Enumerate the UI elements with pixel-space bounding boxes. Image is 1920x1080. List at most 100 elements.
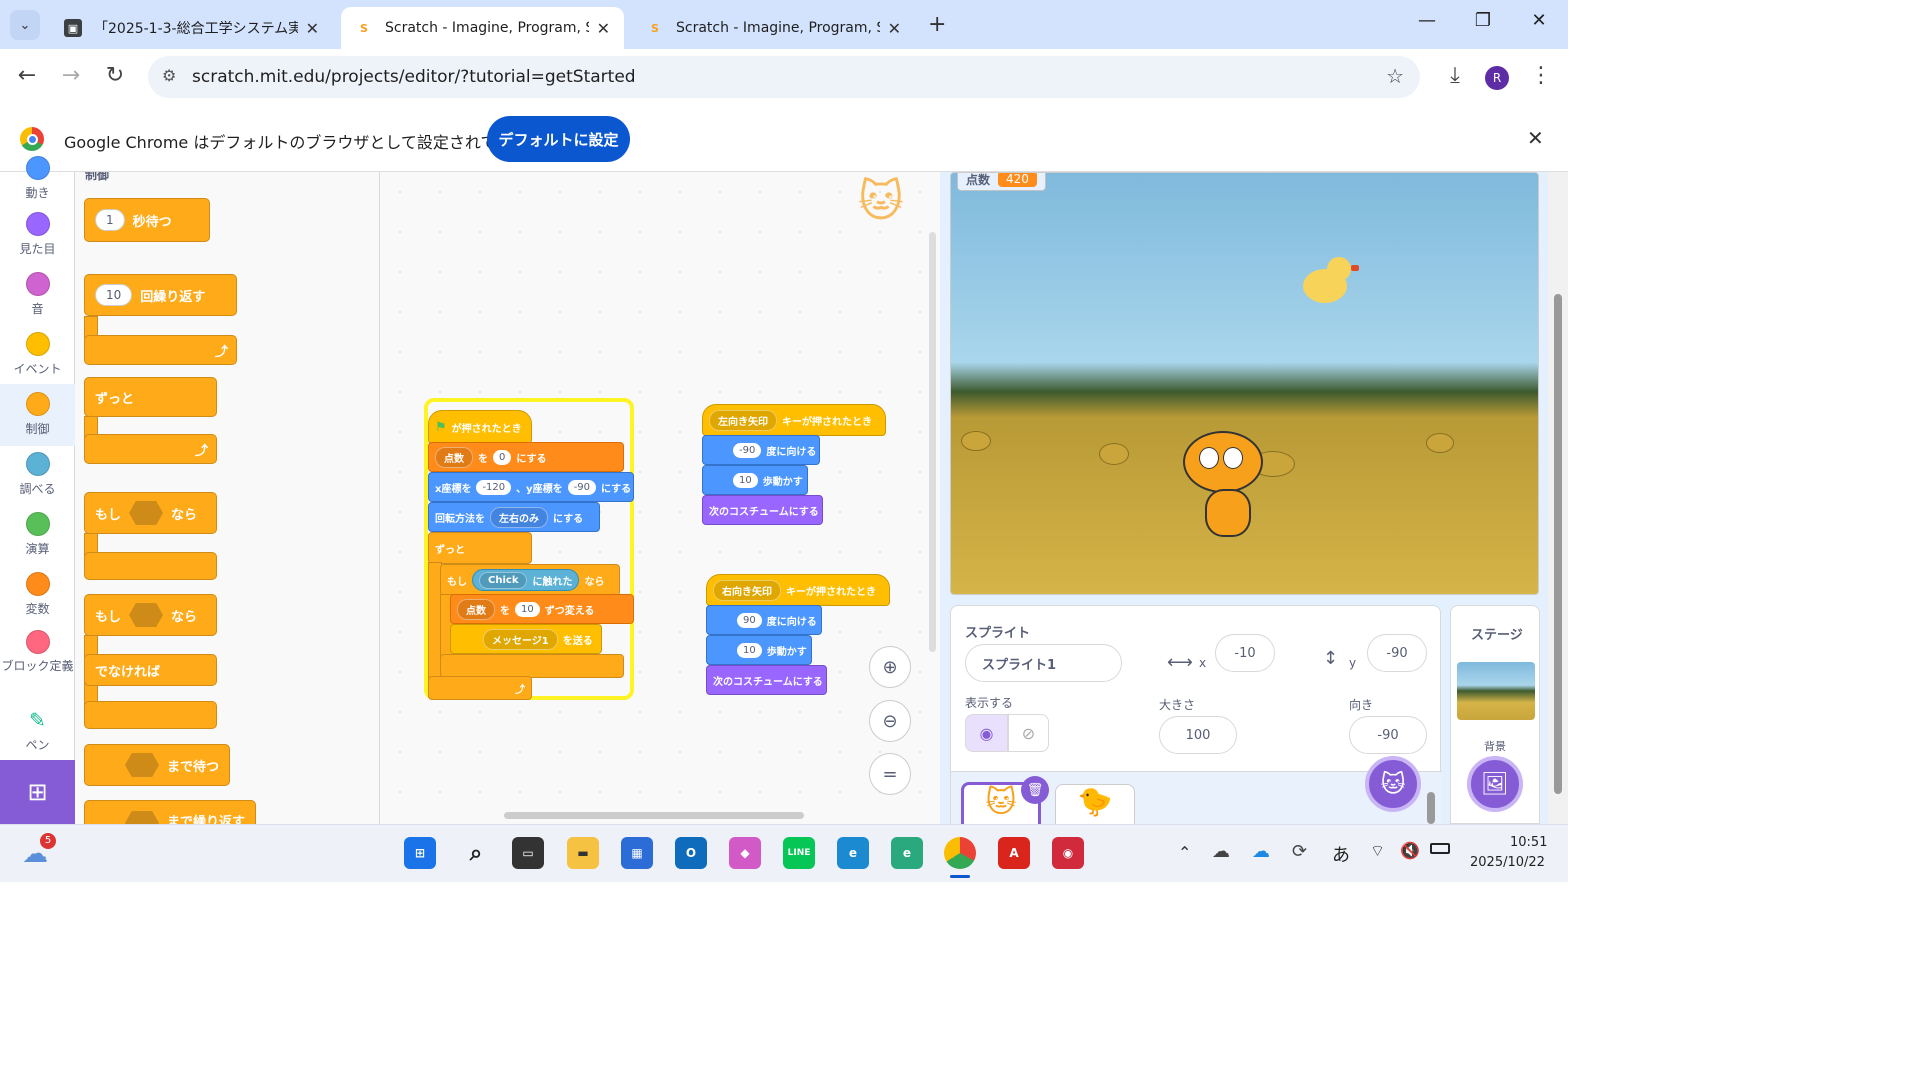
close-icon[interactable]: ✕ bbox=[597, 19, 610, 38]
repeat-until-block[interactable]: まで繰り返す bbox=[84, 800, 256, 824]
tray-chevron-icon[interactable]: ⌃ bbox=[1178, 843, 1191, 862]
condition-slot[interactable] bbox=[125, 811, 159, 824]
edge-dev-icon[interactable]: e bbox=[891, 837, 923, 869]
category-looks[interactable]: 見た目 bbox=[0, 212, 75, 272]
speaker-muted-icon[interactable]: 🔇 bbox=[1400, 841, 1420, 860]
set-variable-block[interactable]: 点数を 0 にする bbox=[428, 442, 624, 472]
broadcast-block[interactable]: メッセージ1 を送る bbox=[450, 624, 602, 654]
category-events[interactable]: イベント bbox=[0, 332, 75, 392]
profile-avatar[interactable]: R bbox=[1485, 66, 1509, 90]
code-workspace[interactable]: 🐱 ⚑ が押されたとき 点数を 0 にする x座標を -120 、y座標を -90 にする 回… bbox=[380, 172, 940, 824]
key-dropdown[interactable]: 右向き矢印 bbox=[713, 579, 781, 601]
battery-icon[interactable] bbox=[1430, 843, 1450, 854]
category-my-blocks[interactable]: ブロック定義 bbox=[0, 630, 75, 690]
move-steps-block-right[interactable]: 10 歩動かす bbox=[706, 635, 812, 665]
condition-slot[interactable] bbox=[129, 603, 164, 627]
cloud-icon[interactable]: ☁ bbox=[1212, 841, 1230, 862]
stage-canvas[interactable]: 点数 420 bbox=[950, 172, 1539, 595]
delete-sprite-icon[interactable]: 🗑 bbox=[1021, 776, 1049, 804]
site-settings-icon[interactable]: ⚙ bbox=[162, 66, 176, 85]
security-app-icon[interactable]: ◉ bbox=[1052, 837, 1084, 869]
move-steps-block-left[interactable]: 10 歩動かす bbox=[702, 465, 808, 495]
acrobat-icon[interactable]: A bbox=[998, 837, 1030, 869]
next-costume-block-right[interactable]: 次のコスチュームにする bbox=[706, 665, 827, 695]
point-direction-block-right[interactable]: 90 度に向ける bbox=[706, 605, 822, 635]
show-visible-button[interactable]: ◉ bbox=[965, 714, 1008, 752]
outlook-icon[interactable]: O bbox=[675, 837, 707, 869]
condition-slot[interactable] bbox=[125, 753, 159, 777]
message-dropdown[interactable]: メッセージ1 bbox=[483, 628, 558, 650]
window-close-button[interactable]: ✕ bbox=[1524, 10, 1554, 31]
wait-input[interactable]: 1 bbox=[95, 209, 125, 231]
file-explorer-icon[interactable]: ▬ bbox=[567, 837, 599, 869]
set-default-button[interactable]: デフォルトに設定 bbox=[487, 116, 630, 162]
tab-1[interactable]: ▣ 「2025-1-3-総合工学システム実験 ✕ bbox=[50, 7, 333, 49]
search-icon[interactable]: ⌕ bbox=[460, 837, 492, 869]
direction-input[interactable]: -90 bbox=[1349, 716, 1427, 754]
zoom-in-button[interactable]: ⊕ bbox=[869, 646, 911, 688]
store-icon[interactable]: ▦ bbox=[621, 837, 653, 869]
y-input[interactable]: -90 bbox=[567, 479, 597, 495]
change-variable-block[interactable]: 点数を 10 ずつ変える bbox=[450, 594, 634, 624]
variable-dropdown[interactable]: 点数 bbox=[435, 446, 473, 468]
clock-date[interactable]: 2025/10/22 bbox=[1470, 855, 1545, 870]
direction-input[interactable]: -90 bbox=[733, 442, 762, 458]
add-extension-button[interactable]: ⊞ bbox=[0, 760, 75, 824]
wifi-icon[interactable]: ⌔ bbox=[1370, 841, 1385, 861]
choose-backdrop-button[interactable]: 🖼 bbox=[1467, 756, 1523, 812]
stage-thumbnail[interactable] bbox=[1457, 662, 1535, 720]
x-input[interactable]: -120 bbox=[476, 479, 512, 495]
chrome-icon[interactable] bbox=[944, 837, 976, 869]
choose-sprite-button[interactable]: 🐱 bbox=[1365, 756, 1421, 812]
goto-xy-block[interactable]: x座標を -120 、y座標を -90 にする bbox=[428, 472, 634, 502]
repeat-input[interactable]: 10 bbox=[95, 284, 133, 306]
tab-search-button[interactable]: ⌄ bbox=[10, 10, 40, 40]
if-touching-block[interactable]: もし Chick に触れた なら bbox=[440, 564, 620, 596]
key-pressed-hat-right[interactable]: 右向き矢印 キーが押されたとき bbox=[706, 574, 890, 606]
category-sound[interactable]: 音 bbox=[0, 272, 75, 332]
show-hidden-button[interactable]: ⊘ bbox=[1008, 714, 1049, 752]
steps-input[interactable]: 10 bbox=[737, 642, 762, 658]
reload-button[interactable]: ↻ bbox=[100, 63, 130, 88]
chick-sprite[interactable] bbox=[1297, 255, 1359, 315]
edge-icon[interactable]: e bbox=[837, 837, 869, 869]
rotation-style-block[interactable]: 回転方法を 左右のみ にする bbox=[428, 502, 600, 532]
copilot-icon[interactable]: ◆ bbox=[729, 837, 761, 869]
minimize-button[interactable]: — bbox=[1412, 10, 1442, 31]
key-pressed-hat-left[interactable]: 左向き矢印 キーが押されたとき bbox=[702, 404, 886, 436]
y-input[interactable]: -90 bbox=[1367, 634, 1427, 672]
tab-2[interactable]: S Scratch - Imagine, Program, Sha ✕ bbox=[341, 7, 624, 49]
onedrive-icon[interactable]: ☁ bbox=[1252, 841, 1270, 862]
touching-block[interactable]: Chick に触れた bbox=[472, 569, 580, 591]
repeat-block[interactable]: 10 回繰り返す bbox=[84, 274, 237, 316]
value-input[interactable]: 0 bbox=[493, 449, 512, 465]
zoom-out-button[interactable]: ⊖ bbox=[869, 700, 911, 742]
condition-slot[interactable] bbox=[129, 501, 164, 525]
forward-button[interactable]: → bbox=[56, 63, 86, 88]
close-icon[interactable]: ✕ bbox=[306, 19, 319, 38]
download-icon[interactable]: ⤓ bbox=[1440, 63, 1470, 88]
if-else-block[interactable]: もし なら bbox=[84, 594, 217, 636]
forever-block[interactable]: ずっと bbox=[428, 532, 532, 564]
category-pen[interactable]: ✎ ペン bbox=[0, 708, 75, 768]
close-icon[interactable]: ✕ bbox=[888, 19, 901, 38]
bookmark-star-icon[interactable]: ☆ bbox=[1386, 64, 1404, 88]
category-motion[interactable]: 動き bbox=[0, 156, 75, 216]
page-scrollbar[interactable] bbox=[1548, 172, 1568, 824]
rotation-dropdown[interactable]: 左右のみ bbox=[490, 506, 548, 528]
restore-button[interactable]: ❐ bbox=[1468, 10, 1498, 31]
size-input[interactable]: 100 bbox=[1159, 716, 1237, 754]
task-view-icon[interactable]: ▭ bbox=[512, 837, 544, 869]
sprite-list-scrollbar[interactable] bbox=[1427, 792, 1435, 824]
steps-input[interactable]: 10 bbox=[733, 472, 758, 488]
if-block[interactable]: もし なら bbox=[84, 492, 217, 534]
category-variables[interactable]: 変数 bbox=[0, 572, 75, 632]
key-dropdown[interactable]: 左向き矢印 bbox=[709, 409, 777, 431]
line-icon[interactable]: LINE bbox=[783, 837, 815, 869]
category-control[interactable]: 制御 bbox=[0, 384, 75, 446]
ime-indicator[interactable]: あ bbox=[1332, 841, 1350, 867]
green-flag-hat-block[interactable]: ⚑ が押されたとき bbox=[428, 410, 532, 444]
forever-block[interactable]: ずっと bbox=[84, 377, 217, 417]
clock-time[interactable]: 10:51 bbox=[1510, 835, 1547, 850]
category-sensing[interactable]: 調べる bbox=[0, 452, 75, 512]
